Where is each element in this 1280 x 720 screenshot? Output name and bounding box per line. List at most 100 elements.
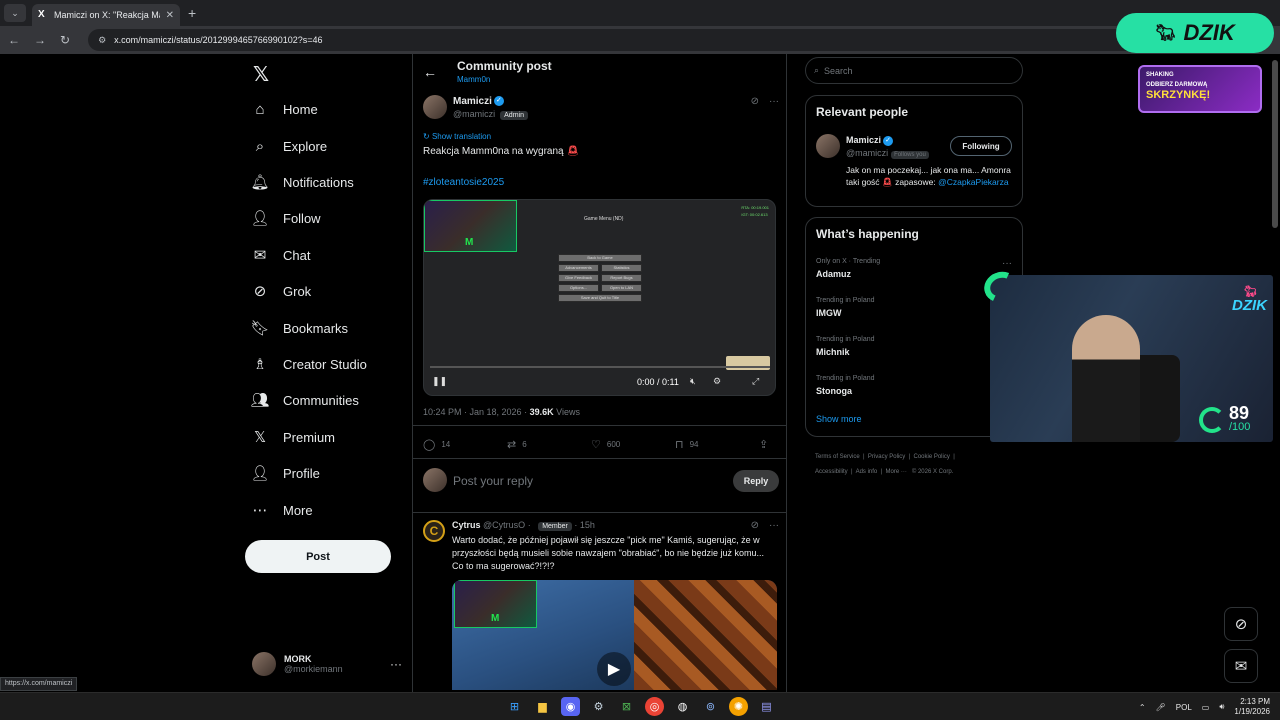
mention-link[interactable]: @CzapkaPiekarza: [938, 177, 1009, 187]
tab-search-chevron-icon[interactable]: ⌄: [4, 4, 26, 22]
windows-taskbar: ⊞ ▆ ◉ ⚙ ⊠ ◎ ◍ ⊚ ✺ ▤ ⌃ 🎤︎ POL ▭ 🔊︎ 2:13 P…: [0, 692, 1280, 720]
page-scrollbar[interactable]: [1272, 60, 1278, 228]
following-button[interactable]: Following: [950, 136, 1012, 156]
repost-action[interactable]: ⇄ 6: [507, 437, 591, 451]
messages-floating-button[interactable]: ✉: [1224, 649, 1258, 683]
post-timestamp[interactable]: 10:24 PM · Jan 18, 2026 ·: [423, 407, 530, 417]
show-translation-link[interactable]: ↻ Show translation: [423, 132, 491, 141]
chrome-icon[interactable]: ◎: [645, 697, 664, 716]
nav-explore[interactable]: ⌕ Explore: [251, 131, 327, 161]
nav-follow[interactable]: 👤︎ Follow: [250, 203, 320, 233]
nav-premium[interactable]: 𝕏 Premium: [251, 422, 335, 452]
relevant-handle[interactable]: @mamiczi Follows you: [846, 148, 929, 159]
more-options-icon[interactable]: ···: [769, 96, 779, 107]
nav-more[interactable]: ⋯ More: [251, 495, 313, 525]
reply-avatar[interactable]: C: [423, 520, 445, 542]
reply-action[interactable]: ◯ 14: [423, 437, 507, 451]
nav-chat[interactable]: ✉ Chat: [251, 240, 311, 270]
forward-nav-icon[interactable]: →: [34, 33, 46, 47]
nav-notifications[interactable]: 🔔︎ Notifications: [250, 167, 353, 197]
play-icon[interactable]: ▶: [597, 652, 631, 686]
search-input[interactable]: ⌕ Search: [805, 57, 1023, 84]
author-handle[interactable]: @mamiczi Admin: [453, 109, 528, 120]
nav-profile[interactable]: 👤︎ Profile: [250, 458, 319, 488]
display-icon[interactable]: ▭: [1202, 703, 1210, 712]
author-avatar[interactable]: [423, 95, 447, 119]
nav-home[interactable]: ⌂ Home: [251, 94, 317, 124]
trend-item[interactable]: Only on X · Trending Adamuz: [816, 258, 880, 279]
reply-video[interactable]: M ▶: [452, 580, 777, 690]
volume-icon[interactable]: 🔊︎: [1219, 702, 1224, 712]
nav-creator-studio[interactable]: ♗ Creator Studio: [251, 349, 367, 379]
steam-icon[interactable]: ⚙: [589, 697, 608, 716]
settings-gear-icon[interactable]: ⚙: [713, 376, 721, 387]
start-windows-icon[interactable]: ⊞: [505, 697, 524, 716]
footer-link[interactable]: Cookie Policy: [914, 454, 950, 460]
discord-icon[interactable]: ◉: [561, 697, 580, 716]
file-explorer-icon[interactable]: ▆: [533, 697, 552, 716]
keyboard-language[interactable]: POL: [1176, 703, 1192, 712]
mute-icon[interactable]: 🔇︎: [690, 376, 696, 387]
site-info-icon[interactable]: ⚙: [98, 35, 106, 46]
footer-link[interactable]: Terms of Service: [815, 454, 860, 460]
url-field[interactable]: ⚙ x.com/mamiczi/status/20129994657669901…: [88, 29, 1269, 51]
grok-floating-button[interactable]: ⊘: [1224, 607, 1258, 641]
back-nav-icon[interactable]: ←: [8, 33, 20, 47]
reply-author-name[interactable]: Cytrus: [452, 520, 481, 530]
account-more-icon[interactable]: ···: [390, 657, 402, 671]
game-menu-button: Options...: [558, 284, 599, 292]
video-progress-bar[interactable]: [430, 366, 770, 368]
share-action[interactable]: ⇪: [759, 437, 768, 451]
reply-author-handle[interactable]: @CytrusO: [483, 520, 525, 530]
pause-icon[interactable]: ❚❚: [432, 376, 447, 387]
clock[interactable]: 2:13 PM 1/19/2026: [1234, 697, 1270, 717]
reload-icon[interactable]: ↻: [60, 33, 70, 47]
account-switcher[interactable]: MORK @morkiemann ···: [252, 649, 402, 679]
back-arrow-icon[interactable]: ←: [423, 64, 437, 80]
footer-link[interactable]: Ads info: [856, 469, 878, 475]
footer-link[interactable]: Privacy Policy: [868, 454, 905, 460]
new-tab-icon[interactable]: +: [188, 5, 196, 21]
nav-communities[interactable]: 👥︎ Communities: [250, 385, 358, 415]
show-more-link[interactable]: Show more: [816, 414, 862, 424]
nav-grok[interactable]: ⊘ Grok: [251, 276, 311, 306]
obs-icon[interactable]: ◍: [673, 697, 692, 716]
app-icon[interactable]: ▤: [757, 697, 776, 716]
like-action[interactable]: ♡ 600: [591, 437, 675, 451]
app-icon[interactable]: ✺: [729, 697, 748, 716]
reply-input[interactable]: Post your reply: [453, 474, 533, 488]
tray-chevron-icon[interactable]: ⌃: [1139, 703, 1146, 712]
nav-bookmarks[interactable]: 🔖︎ Bookmarks: [250, 313, 348, 343]
footer-link[interactable]: Accessibility: [815, 469, 848, 475]
terminal-icon[interactable]: ⊠: [617, 697, 636, 716]
trend-item[interactable]: Trending in Poland Michnik: [816, 336, 875, 357]
trend-more-icon[interactable]: ···: [1002, 258, 1012, 269]
trend-item[interactable]: Trending in Poland Stonoga: [816, 375, 875, 396]
fullscreen-icon[interactable]: ⤢: [752, 376, 759, 387]
reply-button[interactable]: Reply: [733, 470, 779, 492]
more-options-icon[interactable]: ···: [769, 520, 779, 531]
relevant-people-card: Relevant people Mamiczi ✓ @mamiczi Follows…: [805, 95, 1023, 207]
video-frame-right: [634, 580, 777, 690]
bookmark-action[interactable]: ⊓ 94: [675, 437, 759, 451]
trend-item[interactable]: Trending in Poland IMGW: [816, 297, 875, 318]
grok-icon[interactable]: ⊘: [751, 96, 759, 107]
x-logo-icon[interactable]: 𝕏: [253, 62, 269, 87]
microphone-icon[interactable]: 🎤︎: [1156, 703, 1166, 712]
video-player[interactable]: M Game Menu (ND) RTA: 00:19.001 IGT: 00:…: [423, 199, 776, 396]
grok-icon[interactable]: ⊘: [751, 520, 759, 531]
browser-tab[interactable]: X Mamiczi on X: "Reakcja Mamm ✕: [32, 4, 180, 26]
post-button[interactable]: Post: [245, 540, 391, 573]
relevant-avatar[interactable]: [816, 134, 840, 158]
tab-close-icon[interactable]: ✕: [166, 10, 174, 21]
community-link[interactable]: Mamm0n: [457, 75, 490, 84]
app-icon[interactable]: ⊚: [701, 697, 720, 716]
hashtag-link[interactable]: #zloteantosie2025: [423, 177, 504, 188]
author-name[interactable]: Mamiczi ✓: [453, 96, 504, 107]
reply-time[interactable]: 15h: [580, 520, 595, 530]
post-meta: 10:24 PM · Jan 18, 2026 · 39.6K Views: [423, 407, 580, 417]
relevant-name[interactable]: Mamiczi ✓: [846, 135, 894, 146]
whats-happening-title: What’s happening: [816, 227, 919, 241]
x-premium-icon: 𝕏: [253, 429, 267, 446]
footer-link[interactable]: More ···: [886, 469, 907, 475]
